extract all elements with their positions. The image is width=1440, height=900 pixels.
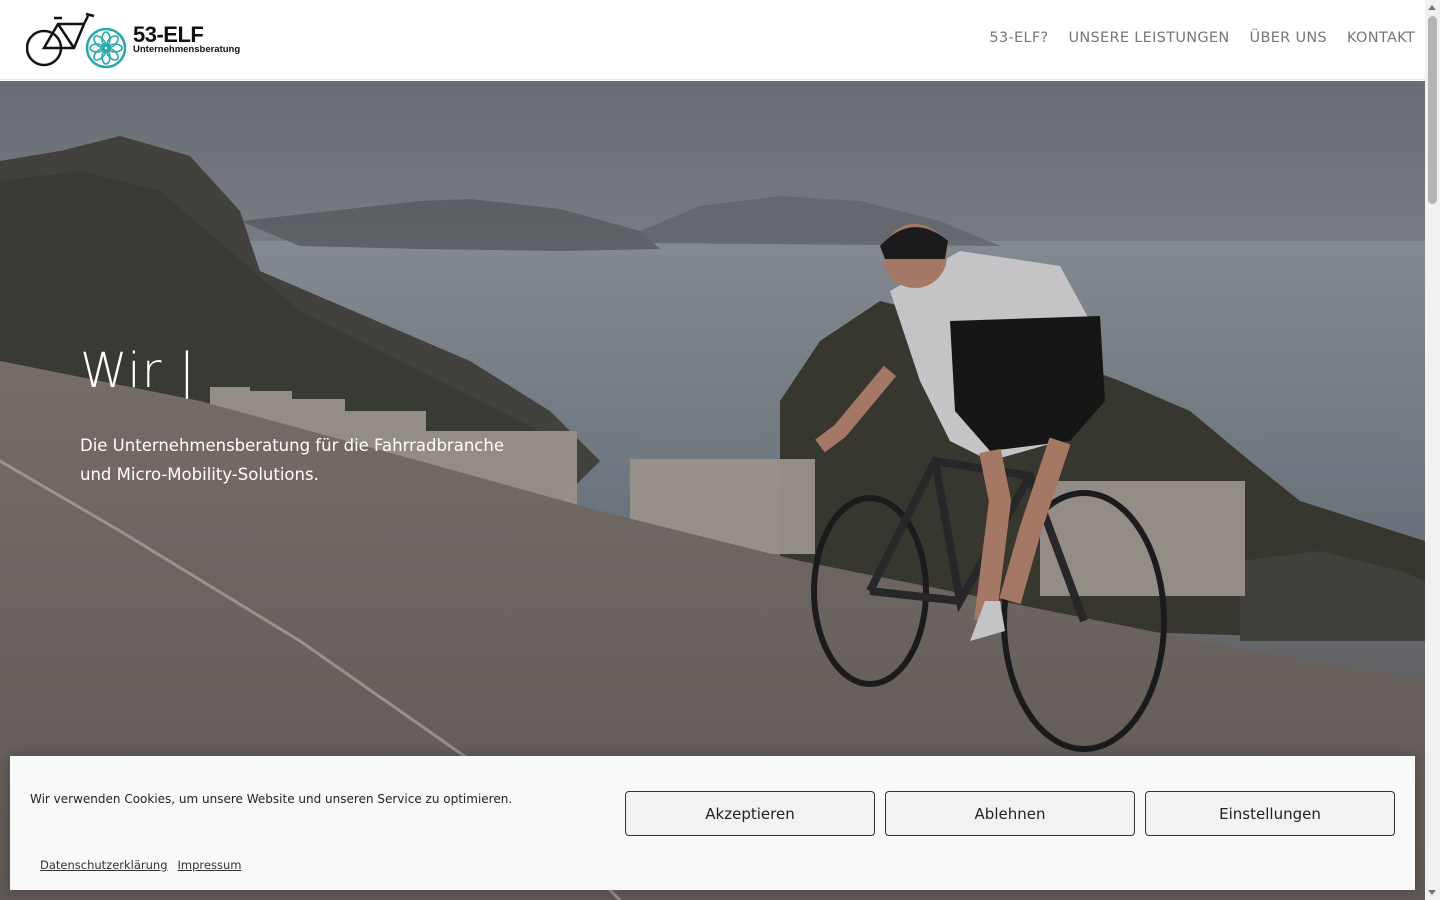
cookie-links: Datenschutzerklärung Impressum: [40, 858, 241, 872]
decline-cookies-button[interactable]: Ablehnen: [885, 791, 1135, 836]
logo-subtitle: Unternehmensberatung: [133, 44, 241, 55]
nav-item-ueber-uns[interactable]: ÜBER UNS: [1250, 30, 1327, 46]
nav-item-kontakt[interactable]: KONTAKT: [1347, 30, 1415, 46]
scrollbar-thumb[interactable]: [1428, 16, 1437, 204]
privacy-policy-link[interactable]: Datenschutzerklärung: [40, 858, 168, 872]
site-logo[interactable]: 53-ELF Unternehmensberatung: [26, 10, 246, 70]
accept-cookies-button[interactable]: Akzeptieren: [625, 791, 875, 836]
cookie-banner: Wir verwenden Cookies, um unsere Website…: [10, 756, 1415, 890]
cookie-message: Wir verwenden Cookies, um unsere Website…: [30, 792, 513, 806]
imprint-link[interactable]: Impressum: [178, 858, 242, 872]
scroll-down-arrow-icon[interactable]: [1428, 890, 1436, 895]
main-nav: 53-ELF? UNSERE LEISTUNGEN ÜBER UNS KONTA…: [989, 30, 1415, 46]
site-header: 53-ELF Unternehmensberatung 53-ELF? UNSE…: [0, 0, 1425, 80]
hero-subtitle: Die Unternehmensberatung für die Fahrrad…: [80, 436, 504, 484]
nav-item-leistungen[interactable]: UNSERE LEISTUNGEN: [1068, 30, 1229, 46]
cookie-settings-button[interactable]: Einstellungen: [1145, 791, 1395, 836]
page-scrollbar[interactable]: [1425, 0, 1440, 900]
scroll-up-arrow-icon[interactable]: [1428, 5, 1436, 10]
nav-item-53-elf[interactable]: 53-ELF?: [989, 30, 1048, 46]
bicycle-flower-logo-icon: [26, 12, 127, 69]
hero-title: Wir |: [80, 343, 196, 399]
